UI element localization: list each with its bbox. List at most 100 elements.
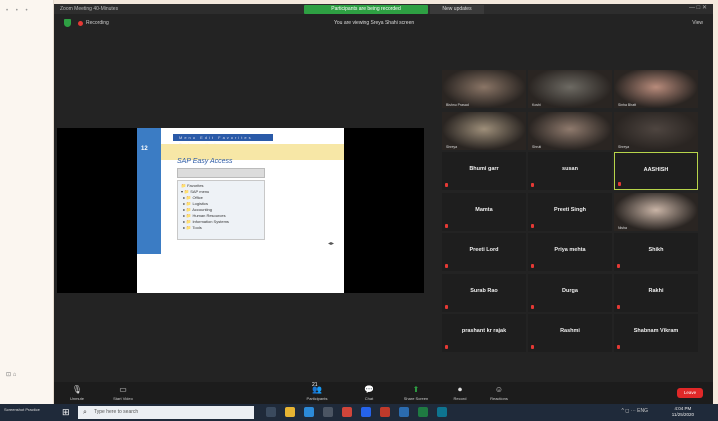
participant-tile[interactable]: Sinha Bhatt — [614, 70, 698, 108]
participant-tile[interactable]: Koshi — [528, 70, 612, 108]
participant-name: prashant kr rajak — [461, 328, 507, 334]
control-label: Start Video — [113, 396, 133, 401]
muted-mic-icon — [531, 345, 534, 349]
participant-name: Durga — [562, 288, 578, 294]
start-video-button[interactable]: ▭ Start Video — [110, 385, 136, 401]
muted-mic-icon — [531, 305, 534, 309]
powerpoint-icon[interactable] — [380, 407, 390, 417]
control-label: Reactions — [490, 396, 508, 401]
zoom-app-icon[interactable] — [361, 407, 371, 417]
unmute-button[interactable]: 🎙 Unmute — [64, 385, 90, 401]
muted-mic-icon — [445, 305, 448, 309]
reactions-icon: ☺ — [494, 385, 504, 394]
control-label: Chat — [364, 396, 374, 401]
participant-tile[interactable]: Bhumi garr — [442, 152, 526, 190]
security-shield-icon[interactable] — [64, 19, 71, 27]
participant-tile[interactable]: Surab Rao — [442, 274, 526, 312]
tree-item: ▸ 📁 Tools — [181, 225, 202, 230]
record-icon: ⏺ — [458, 385, 462, 394]
shared-slide: 12 Menu Edit Favorites Extras Help SAP E… — [137, 128, 344, 293]
background-browser-window: • • • ⊡ ⌂ — [0, 0, 54, 404]
participant-name: Shreya — [618, 145, 630, 149]
sap-toolbar — [177, 168, 265, 178]
participant-gallery: Bishnu Prasad Koshi Sinha Bhatt Shreya Shrut… — [442, 70, 700, 352]
participant-tile[interactable]: Preeti Lord — [442, 233, 526, 271]
participant-tile[interactable]: AASHISH — [614, 152, 698, 190]
file-explorer-icon[interactable] — [285, 407, 295, 417]
participant-tile[interactable]: Preeti Singh — [528, 193, 612, 231]
app-icon[interactable] — [437, 407, 447, 417]
search-icon: ⌕ — [83, 409, 87, 416]
windows-start-icon[interactable]: ⊞ — [62, 408, 70, 417]
muted-mic-icon — [445, 345, 448, 349]
participant-tile[interactable]: Mamta — [442, 193, 526, 231]
participant-name: Mamta — [475, 207, 493, 213]
muted-mic-icon — [617, 305, 620, 309]
participant-tile[interactable]: Shruti — [528, 112, 612, 150]
participant-name: Shruti — [532, 145, 542, 149]
system-tray[interactable]: ^ ◻ ⋯ ENG — [622, 408, 649, 414]
participant-tile[interactable]: Shreya — [614, 112, 698, 150]
participant-tile[interactable]: prashant kr rajak — [442, 314, 526, 352]
participant-name: Preeti Lord — [469, 247, 499, 253]
participant-name: Nisha — [618, 226, 627, 230]
participant-name: Koshi — [532, 103, 541, 107]
chat-button[interactable]: 💬 Chat — [356, 385, 382, 401]
view-button[interactable]: View — [692, 20, 703, 26]
browser-controls: • • • — [6, 8, 31, 14]
participant-name: Preeti Singh — [553, 207, 587, 213]
participant-tile[interactable]: Bishnu Prasad — [442, 70, 526, 108]
muted-mic-icon — [617, 264, 620, 268]
participant-name: Shabnam Vikram — [633, 328, 679, 334]
muted-mic-icon — [445, 183, 448, 187]
edge-icon[interactable] — [304, 407, 314, 417]
word-icon[interactable] — [399, 407, 409, 417]
participant-tile[interactable]: Durga — [528, 274, 612, 312]
participant-tile[interactable]: susan — [528, 152, 612, 190]
participant-tile[interactable]: Rashmi — [528, 314, 612, 352]
slide-sidebar: 12 — [137, 128, 161, 254]
participant-tile[interactable]: Shabnam Vikram — [614, 314, 698, 352]
share-screen-icon: ⬆ — [412, 385, 420, 394]
participant-tile[interactable]: Priya mehta — [528, 233, 612, 271]
record-button[interactable]: ⏺ Record — [447, 385, 473, 401]
muted-mic-icon — [531, 183, 534, 187]
participant-tile[interactable]: Rakhi — [614, 274, 698, 312]
meeting-controls: Leave 🎙 Unmute ▭ Start Video 👥 Participants 💬 C… — [54, 382, 713, 404]
participant-name: Rakhi — [648, 288, 664, 294]
store-icon[interactable] — [323, 407, 333, 417]
scroll-indicator-icon: ◂▸ — [327, 241, 334, 247]
participant-name: Shreya — [446, 145, 458, 149]
record-icon — [78, 21, 83, 26]
update-button[interactable]: New updates — [430, 5, 484, 14]
window-controls[interactable]: — □ ✕ — [689, 4, 707, 11]
control-label: Unmute — [69, 396, 84, 401]
reactions-button[interactable]: ☺ Reactions — [486, 385, 512, 401]
taskbar-search-input[interactable]: ⌕ Type here to search — [78, 406, 254, 419]
taskbar-left-label: Screenshot Practice — [4, 407, 40, 412]
shared-screen: 12 Menu Edit Favorites Extras Help SAP E… — [57, 128, 424, 293]
participant-tile[interactable]: Shikh — [614, 233, 698, 271]
share-screen-button[interactable]: ⬆ Share Screen — [403, 385, 429, 401]
task-view-icon[interactable] — [266, 407, 276, 417]
chat-icon: 💬 — [364, 385, 374, 394]
participant-tile[interactable]: Shreya — [442, 112, 526, 150]
clock-date: 11/25/2020 — [671, 412, 694, 417]
excel-icon[interactable] — [418, 407, 428, 417]
title-bar: Zoom Meeting 40-Minutes Participants are… — [54, 4, 713, 14]
participant-name: Rashmi — [560, 328, 580, 334]
chrome-icon[interactable] — [342, 407, 352, 417]
start-video-icon: ▭ — [119, 385, 127, 394]
windows-taskbar: Screenshot Practice ⊞ ⌕ Type here to sea… — [0, 404, 718, 421]
participant-name: Bishnu Prasad — [446, 103, 469, 107]
participant-tile[interactable]: Nisha — [614, 193, 698, 231]
control-label: Record — [453, 396, 467, 401]
participant-name: Priya mehta — [554, 247, 586, 253]
search-placeholder: Type here to search — [94, 409, 139, 415]
slide-number: 12 — [141, 146, 148, 152]
taskbar-clock[interactable]: 4:04 PM 11/25/2020 — [672, 406, 694, 418]
participant-name: Shikh — [648, 247, 664, 253]
sap-menu-tree: 📁 Favorites ▾ 📁 SAP menu ▸ 📁 Office ▸ 📁 … — [177, 180, 265, 240]
viewing-label[interactable]: You are viewing Sreya Shahi screen — [334, 20, 414, 26]
leave-button[interactable]: Leave — [677, 388, 703, 398]
